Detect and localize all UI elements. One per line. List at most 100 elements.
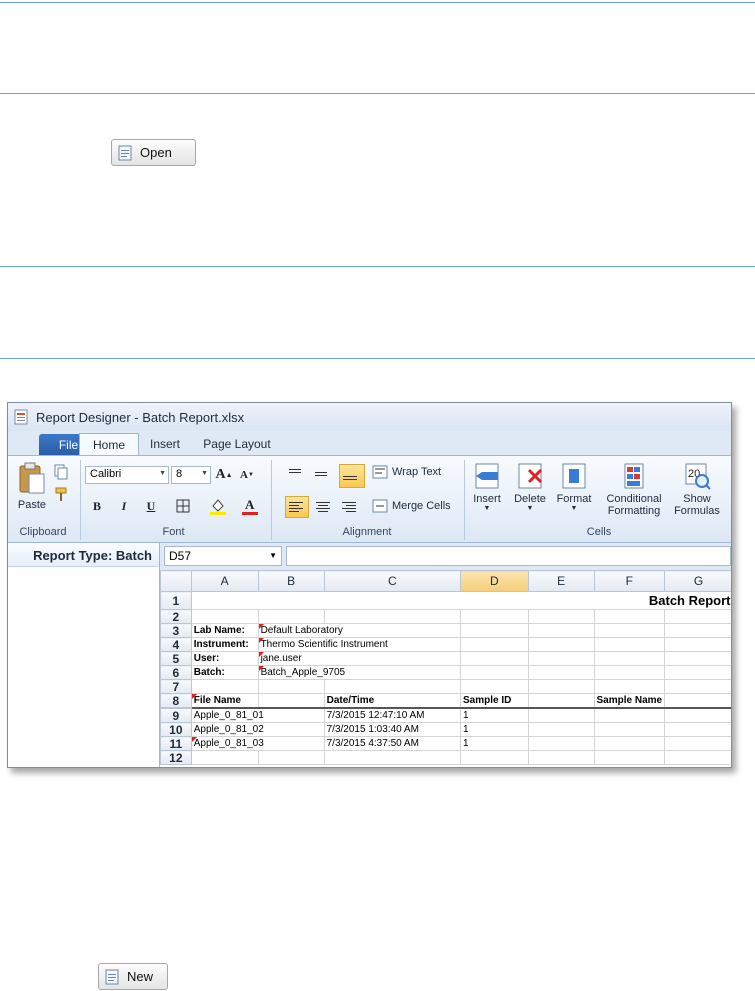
italic-button[interactable]: I: [114, 496, 134, 516]
cell[interactable]: Lab Name:: [190, 623, 259, 638]
cell[interactable]: [664, 693, 731, 709]
cell[interactable]: [257, 679, 325, 694]
cell[interactable]: [527, 651, 595, 666]
cell[interactable]: [593, 707, 666, 723]
cell[interactable]: [527, 693, 595, 709]
cell[interactable]: [257, 609, 325, 624]
column-header[interactable]: C: [323, 570, 462, 592]
cell[interactable]: Apple_0_81_01: [190, 707, 325, 723]
cell[interactable]: [527, 665, 595, 680]
tab-insert[interactable]: Insert: [140, 433, 190, 455]
cell[interactable]: [460, 750, 529, 765]
font-color-icon[interactable]: A: [240, 496, 260, 516]
cell[interactable]: Thermo Scientific Instrument: [257, 637, 462, 652]
cell[interactable]: Sample ID: [460, 693, 529, 709]
cell[interactable]: [664, 665, 731, 680]
cell[interactable]: [593, 679, 666, 694]
row-header[interactable]: 11: [160, 736, 192, 751]
row-header[interactable]: 9: [160, 707, 192, 723]
column-header[interactable]: E: [527, 570, 595, 592]
cell[interactable]: [527, 609, 595, 624]
cell[interactable]: [460, 651, 529, 666]
tab-home[interactable]: Home: [79, 433, 139, 455]
format-cells-button[interactable]: Format ▼: [554, 462, 594, 512]
cell[interactable]: File Name: [190, 693, 259, 709]
column-header[interactable]: B: [257, 570, 325, 592]
cell[interactable]: [593, 750, 666, 765]
cell[interactable]: 7/3/2015 1:03:40 AM: [323, 722, 462, 737]
cell[interactable]: [190, 750, 259, 765]
cell[interactable]: [323, 679, 462, 694]
cell[interactable]: [527, 750, 595, 765]
cell[interactable]: Batch_Apple_9705: [257, 665, 462, 680]
wrap-text-button[interactable]: Wrap Text: [372, 465, 441, 479]
font-name-select[interactable]: Calibri ▼: [85, 466, 169, 484]
cell[interactable]: Sample Name: [593, 693, 666, 709]
merge-cells-button[interactable]: Merge Cells: [372, 499, 451, 513]
cell[interactable]: [527, 707, 595, 723]
cell[interactable]: Date/Time: [323, 693, 462, 709]
cell[interactable]: [593, 623, 666, 638]
align-bottom-button[interactable]: [339, 464, 365, 488]
formula-input[interactable]: [286, 546, 731, 566]
copy-icon[interactable]: [53, 464, 69, 480]
font-size-select[interactable]: 8 ▼: [171, 466, 211, 484]
cell[interactable]: [664, 750, 731, 765]
cell[interactable]: [664, 679, 731, 694]
cell[interactable]: [527, 637, 595, 652]
cell[interactable]: [664, 651, 731, 666]
cell[interactable]: [527, 623, 595, 638]
row-header[interactable]: 2: [160, 609, 192, 624]
delete-cells-button[interactable]: Delete ▼: [511, 462, 549, 512]
align-center-button[interactable]: [313, 497, 339, 523]
align-right-button[interactable]: [339, 497, 365, 523]
cell[interactable]: User:: [190, 651, 259, 666]
show-formulas-button[interactable]: 20 Show Formulas: [671, 462, 723, 517]
conditional-formatting-button[interactable]: Conditional Formatting: [599, 462, 669, 517]
cell[interactable]: [190, 609, 259, 624]
column-header[interactable]: A: [190, 570, 259, 592]
cell[interactable]: 1: [460, 707, 529, 723]
fill-color-icon[interactable]: [208, 496, 228, 516]
cell[interactable]: [593, 609, 666, 624]
cell[interactable]: jane.user: [257, 651, 462, 666]
cell[interactable]: [664, 736, 731, 751]
shrink-font-button[interactable]: A ▼: [237, 465, 257, 485]
cell[interactable]: [460, 679, 529, 694]
corner-cell[interactable]: [160, 570, 192, 592]
cell[interactable]: [460, 623, 529, 638]
cell[interactable]: Batch:: [190, 665, 259, 680]
report-title-cell[interactable]: Batch Report: [190, 591, 731, 610]
cell[interactable]: [593, 651, 666, 666]
paste-button[interactable]: Paste: [14, 462, 50, 511]
cell[interactable]: [323, 750, 462, 765]
row-header[interactable]: 12: [160, 750, 192, 765]
column-header-selected[interactable]: D: [460, 570, 529, 592]
new-button[interactable]: New: [98, 963, 168, 990]
cell[interactable]: [527, 679, 595, 694]
tab-page-layout[interactable]: Page Layout: [196, 433, 278, 455]
row-header[interactable]: 8: [160, 693, 192, 709]
cell[interactable]: [460, 637, 529, 652]
cell[interactable]: 1: [460, 722, 529, 737]
cell[interactable]: [593, 637, 666, 652]
cell[interactable]: [190, 679, 259, 694]
cell[interactable]: [460, 665, 529, 680]
cell[interactable]: [593, 722, 666, 737]
row-header[interactable]: 1: [160, 591, 192, 610]
cell[interactable]: [257, 750, 325, 765]
spreadsheet[interactable]: A B C D E F G 1 Batch Report 2 3 Lab Nam…: [160, 570, 731, 767]
underline-button[interactable]: U: [141, 496, 161, 516]
align-middle-button[interactable]: [312, 464, 338, 496]
cell[interactable]: 1: [460, 736, 529, 751]
cell[interactable]: Apple_0_81_03: [190, 736, 325, 751]
bold-button[interactable]: B: [87, 496, 107, 516]
cell[interactable]: 7/3/2015 4:37:50 AM: [323, 736, 462, 751]
borders-icon[interactable]: [176, 499, 190, 513]
align-left-button[interactable]: [285, 496, 309, 518]
cell[interactable]: [323, 609, 462, 624]
insert-cells-button[interactable]: Insert ▼: [468, 462, 506, 512]
cell[interactable]: [664, 637, 731, 652]
grow-font-button[interactable]: A ▲: [214, 465, 234, 485]
name-box[interactable]: D57 ▼: [164, 546, 282, 566]
